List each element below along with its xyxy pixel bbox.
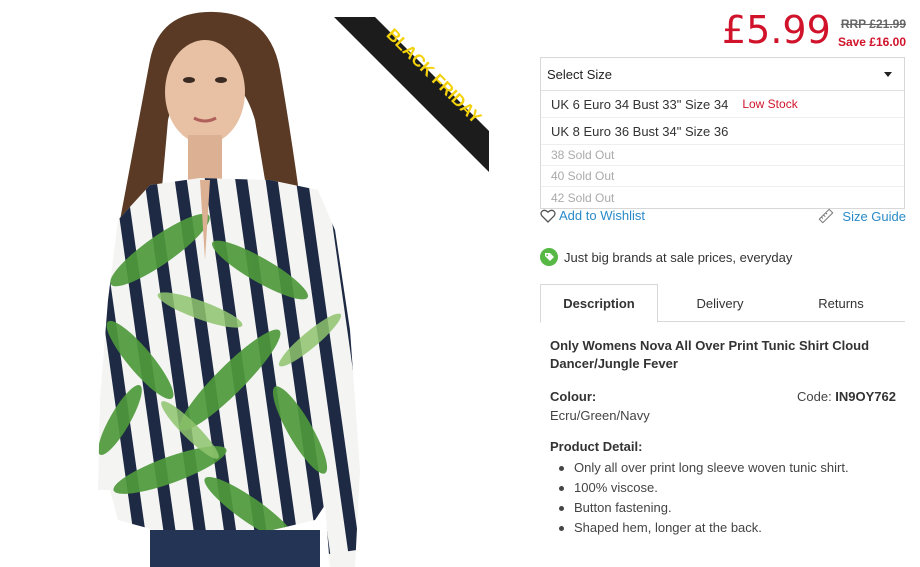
size-option-label: UK 8 Euro 36 Bust 34" Size 36: [551, 123, 729, 139]
product-info-tabs: Description Delivery Returns: [540, 284, 905, 323]
product-title: Only Womens Nova All Over Print Tunic Sh…: [550, 338, 870, 371]
size-select-label: Select Size: [547, 66, 613, 82]
list-item: Only all over print long sleeve woven tu…: [550, 458, 900, 478]
product-price: £5.99: [722, 8, 831, 52]
heart-icon: [540, 209, 556, 223]
colour-value: Ecru/Green/Navy: [550, 408, 650, 423]
size-option-uk6[interactable]: UK 6 Euro 34 Bust 33" Size 34 Low Stock: [541, 91, 904, 118]
low-stock-badge: Low Stock: [742, 97, 798, 111]
tagline-text: Just big brands at sale prices, everyday: [564, 249, 793, 265]
code-label: Code:: [796, 389, 836, 404]
model-photo: [98, 11, 360, 567]
size-guide-label: Size Guide: [842, 208, 906, 224]
chevron-down-icon: [884, 71, 892, 77]
size-select-dropdown[interactable]: Select Size: [541, 58, 904, 91]
size-option-label: 38 Sold Out: [551, 148, 615, 162]
size-selector[interactable]: Select Size UK 6 Euro 34 Bust 33" Size 3…: [540, 57, 905, 209]
ruler-icon: [818, 208, 834, 224]
code-value: IN9OY762: [835, 389, 896, 404]
tab-returns[interactable]: Returns: [782, 284, 900, 322]
product-detail-label: Product Detail:: [550, 439, 643, 454]
colour-row: Colour: Ecru/Green/Navy Code: IN9OY762: [550, 389, 900, 425]
size-option-uk8[interactable]: UK 8 Euro 36 Bust 34" Size 36: [541, 118, 904, 145]
size-option-label: UK 6 Euro 34 Bust 33" Size 34: [551, 96, 729, 112]
size-guide-link[interactable]: Size Guide: [818, 208, 906, 224]
price-tag-icon: [540, 248, 558, 266]
brand-tagline: Just big brands at sale prices, everyday: [540, 248, 792, 266]
list-item: 100% viscose.: [550, 478, 900, 498]
size-option-42-sold-out: 42 Sold Out: [541, 187, 904, 208]
wishlist-label: Add to Wishlist: [559, 208, 645, 223]
tab-description[interactable]: Description: [540, 284, 658, 323]
size-option-40-sold-out: 40 Sold Out: [541, 166, 904, 187]
tab-delivery[interactable]: Delivery: [660, 284, 780, 322]
size-option-label: 40 Sold Out: [551, 169, 615, 183]
list-item: Button fastening.: [550, 498, 900, 518]
size-option-label: 42 Sold Out: [551, 190, 615, 205]
product-image[interactable]: BLACK FRIDAY: [0, 0, 490, 567]
product-detail-list: Only all over print long sleeve woven tu…: [550, 458, 900, 538]
add-to-wishlist-link[interactable]: Add to Wishlist: [540, 208, 645, 223]
description-panel: Only Womens Nova All Over Print Tunic Sh…: [550, 337, 900, 538]
list-item: Shaped hem, longer at the back.: [550, 518, 900, 538]
product-code: Code: IN9OY762: [797, 389, 896, 404]
save-amount: Save £16.00: [837, 35, 906, 49]
size-option-38-sold-out: 38 Sold Out: [541, 145, 904, 166]
rrp-price: RRP £21.99: [840, 17, 906, 31]
